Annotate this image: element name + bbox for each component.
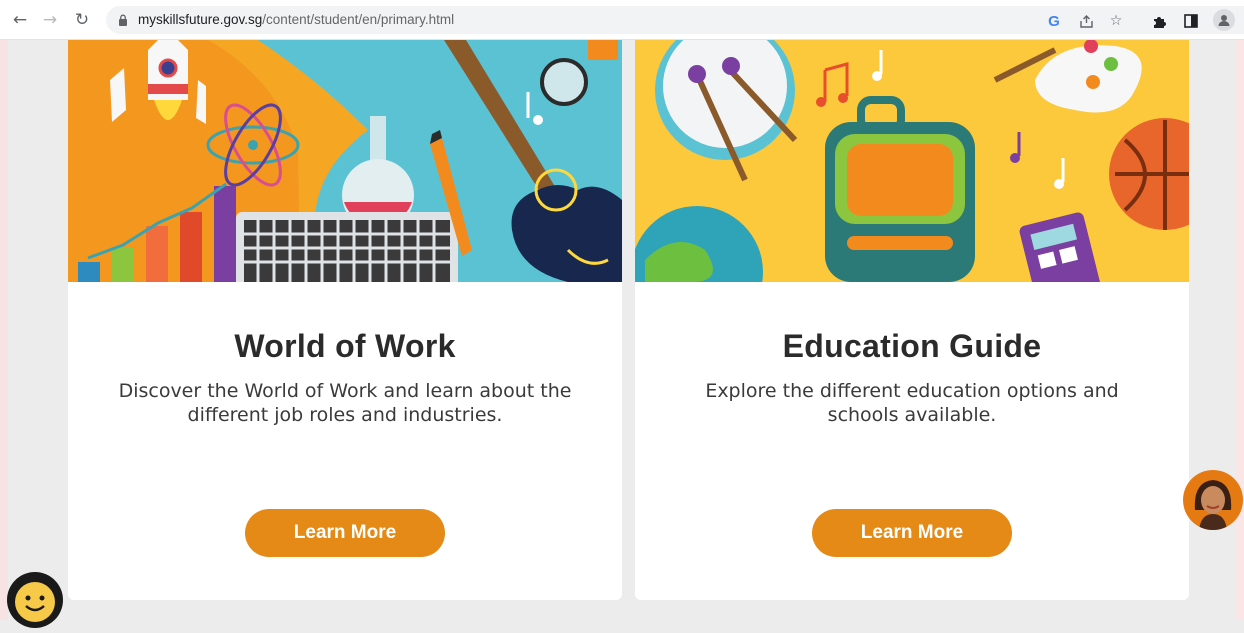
forward-icon[interactable]: → bbox=[38, 8, 62, 32]
address-bar[interactable]: myskillsfuture.gov.sg/content/student/en… bbox=[106, 6, 1244, 34]
card-title: World of Work bbox=[234, 328, 456, 364]
page-edge-left bbox=[0, 40, 8, 620]
education-guide-card: Education Guide Explore the different ed… bbox=[635, 40, 1189, 600]
page-edge-right bbox=[1236, 40, 1244, 620]
world-of-work-banner bbox=[68, 40, 622, 282]
url-text[interactable]: myskillsfuture.gov.sg/content/student/en… bbox=[138, 12, 454, 27]
bookmark-star-icon[interactable]: ☆ bbox=[1106, 11, 1126, 31]
world-of-work-card: World of Work Discover the World of Work… bbox=[68, 40, 622, 600]
keyboard-icon bbox=[236, 212, 458, 282]
learn-more-button[interactable]: Learn More bbox=[812, 509, 1012, 557]
back-icon[interactable]: ← bbox=[8, 8, 32, 32]
lock-icon[interactable] bbox=[118, 14, 128, 26]
url-host: myskillsfuture.gov.sg bbox=[138, 12, 263, 27]
profile-icon[interactable] bbox=[1213, 9, 1235, 31]
assistant-avatar-icon bbox=[1194, 480, 1232, 530]
google-lens-icon[interactable]: G bbox=[1044, 11, 1064, 31]
share-icon[interactable] bbox=[1076, 11, 1096, 31]
backpack-icon bbox=[825, 96, 975, 282]
learn-more-button[interactable]: Learn More bbox=[245, 509, 445, 557]
education-guide-banner bbox=[635, 40, 1189, 282]
extensions-icon[interactable] bbox=[1149, 11, 1169, 31]
url-path: /content/student/en/primary.html bbox=[262, 12, 455, 27]
assistant-avatar-button[interactable] bbox=[1183, 470, 1243, 530]
browser-toolbar: ← → ↻ myskillsfuture.gov.sg/content/stud… bbox=[0, 0, 1244, 40]
card-description: Discover the World of Work and learn abo… bbox=[118, 380, 572, 426]
side-panel-icon[interactable] bbox=[1181, 11, 1201, 31]
reload-icon[interactable]: ↻ bbox=[70, 8, 94, 32]
card-description: Explore the different education options … bbox=[705, 380, 1119, 426]
card-title: Education Guide bbox=[782, 328, 1042, 364]
